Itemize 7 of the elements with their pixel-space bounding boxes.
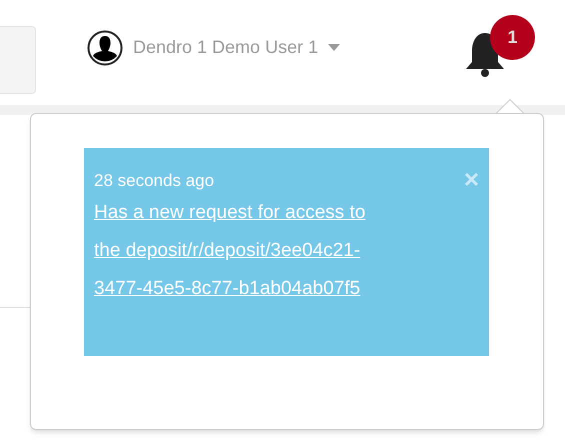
- caret-icon: [328, 44, 340, 51]
- user-menu-button[interactable]: Dendro 1 Demo User 1: [87, 30, 340, 66]
- notification-time: 28 seconds ago: [94, 170, 214, 192]
- notification-count-badge: 1: [490, 15, 535, 60]
- notification-link[interactable]: Has a new request for access to the deposit/r/deposit/3ee04c21-3477-45e5-8c77-b1ab04ab07f5: [94, 194, 379, 308]
- close-button[interactable]: ×: [464, 166, 479, 192]
- user-avatar-icon: [87, 30, 123, 66]
